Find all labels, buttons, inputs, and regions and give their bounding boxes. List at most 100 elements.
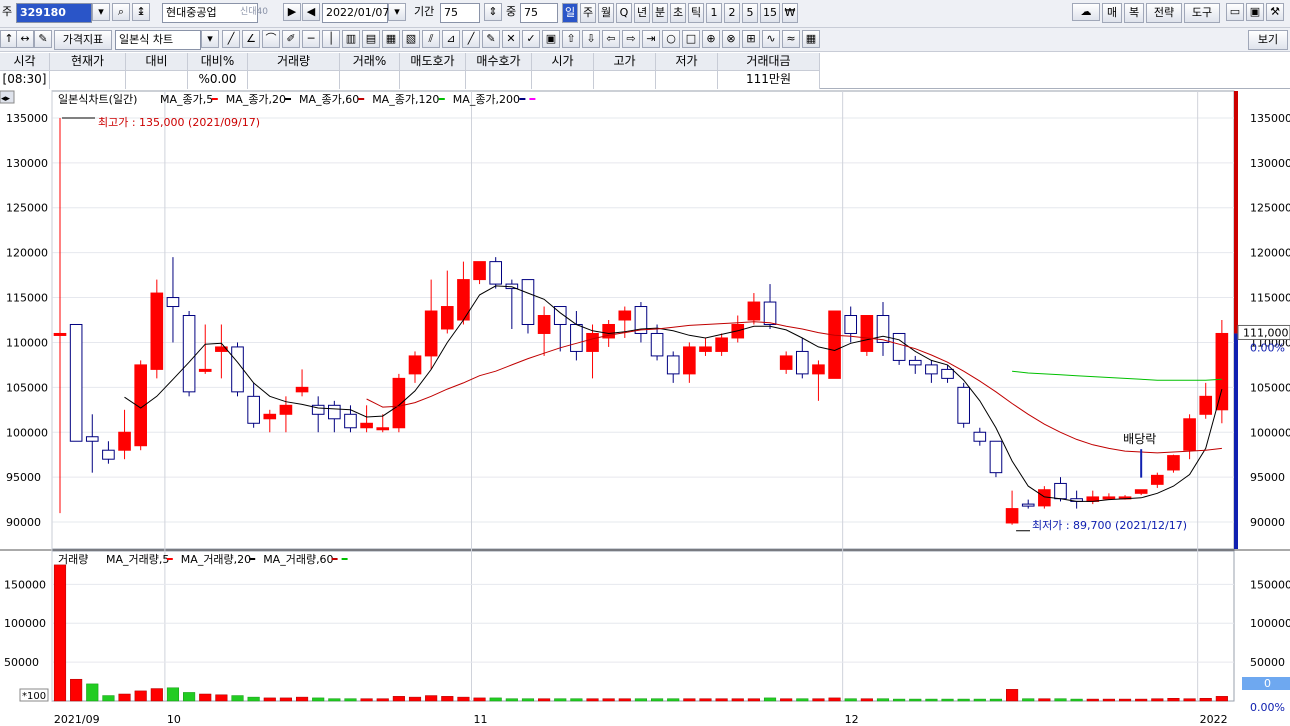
price-indicator-button[interactable]: 가격지표	[54, 30, 112, 50]
right-button-0[interactable]: 매	[1102, 3, 1122, 23]
volume-bar	[86, 683, 99, 702]
drawing-tool-icon-12[interactable]: ╱	[462, 30, 480, 48]
right-button-2[interactable]: 전략	[1146, 3, 1182, 23]
volume-bar	[1135, 698, 1148, 702]
interval-button-4[interactable]: 년	[634, 3, 650, 23]
volume-bar	[247, 696, 260, 702]
count-label: 중	[506, 5, 517, 18]
candle-body	[1054, 482, 1067, 500]
candle-body	[166, 297, 180, 308]
drawing-tool-icon-14[interactable]: ✕	[502, 30, 520, 48]
volume-bar	[312, 697, 325, 702]
drawing-tool-icon-5[interactable]: │	[322, 30, 340, 48]
candle-body	[489, 261, 503, 285]
interval-button-7[interactable]: 틱	[688, 3, 704, 23]
search-icon[interactable]: ⌕	[112, 3, 130, 21]
volume-ytick-right: 100000	[1250, 617, 1290, 630]
edit-icon[interactable]: ✎	[34, 30, 52, 48]
quote-value-7	[466, 71, 532, 89]
interval-button-10[interactable]: 5	[742, 3, 758, 23]
drawing-tool-icon-24[interactable]: ⊕	[702, 30, 720, 48]
drawing-tool-icon-23[interactable]: □	[682, 30, 700, 48]
volume-bar	[1183, 698, 1196, 702]
count-input[interactable]: 75	[520, 3, 558, 23]
volume-bar	[166, 687, 180, 702]
drawing-tool-icon-28[interactable]: ≈	[782, 30, 800, 48]
drawing-tool-icon-26[interactable]: ⊞	[742, 30, 760, 48]
volume-bar	[893, 698, 906, 702]
drawing-tool-icon-8[interactable]: ▦	[382, 30, 400, 48]
drawing-tool-icon-18[interactable]: ⇩	[582, 30, 600, 48]
interval-button-3[interactable]: Q	[616, 3, 632, 23]
drawing-tool-icon-9[interactable]: ▧	[402, 30, 420, 48]
drawing-tool-icon-27[interactable]: ∿	[762, 30, 780, 48]
interval-button-6[interactable]: 초	[670, 3, 686, 23]
interval-button-2[interactable]: 월	[598, 3, 614, 23]
drawing-tool-icon-6[interactable]: ▥	[342, 30, 360, 48]
chart-type-dropdown-icon[interactable]: ▾	[201, 30, 219, 48]
date-input[interactable]: 2022/01/07	[322, 3, 389, 23]
interval-button-0[interactable]: 일	[562, 3, 578, 23]
volume-bar	[1054, 698, 1067, 702]
interval-button-12[interactable]: ₩	[782, 3, 798, 23]
volume-bar	[425, 695, 438, 702]
drawing-tool-icon-17[interactable]: ⇧	[562, 30, 580, 48]
wrench-icon[interactable]: ⚒	[1266, 3, 1284, 21]
sort-icon[interactable]: ↨	[132, 3, 150, 21]
quote-header-8: 시가	[532, 53, 594, 71]
interval-button-11[interactable]: 15	[760, 3, 780, 23]
price-ytick-right: 120000	[1250, 247, 1290, 260]
code-dropdown-icon[interactable]: ▾	[92, 3, 110, 21]
right-button-1[interactable]: 복	[1124, 3, 1144, 23]
drawing-tool-icon-3[interactable]: ✐	[282, 30, 300, 48]
drawing-tool-icon-11[interactable]: ⊿	[442, 30, 460, 48]
cloud-icon[interactable]: ☁	[1072, 3, 1100, 21]
stock-code-input[interactable]: 329180	[16, 3, 92, 23]
drawing-tool-icon-7[interactable]: ▤	[362, 30, 380, 48]
legend-label: MA_종가,60	[299, 93, 359, 106]
drawing-tool-icon-0[interactable]: ╱	[222, 30, 240, 48]
folder-icon[interactable]: ▭	[1226, 3, 1244, 21]
candle-body	[650, 332, 664, 357]
play-back-icon[interactable]: ◀	[302, 3, 320, 21]
volume-bar	[973, 698, 986, 702]
volume-bar	[763, 697, 777, 702]
interval-button-5[interactable]: 분	[652, 3, 668, 23]
drawing-tool-icon-2[interactable]: ⌒	[262, 30, 280, 48]
calendar-dropdown-icon[interactable]: ▾	[388, 3, 406, 21]
volume-bar	[441, 696, 454, 702]
volume-bar	[941, 698, 954, 702]
interval-button-1[interactable]: 주	[580, 3, 596, 23]
drawing-tool-icon-10[interactable]: ⫽	[422, 30, 440, 48]
drawing-tool-icon-15[interactable]: ✓	[522, 30, 540, 48]
drawing-tool-icon-4[interactable]: ─	[302, 30, 320, 48]
volume-bar	[279, 697, 292, 702]
drawing-tool-icon-13[interactable]: ✎	[482, 30, 500, 48]
interval-button-8[interactable]: 1	[706, 3, 722, 23]
period-input[interactable]: 75	[440, 3, 480, 23]
volume-bar	[925, 698, 938, 702]
quote-value-11: 111만원	[718, 71, 820, 89]
drawing-tool-icon-1[interactable]: ∠	[242, 30, 260, 48]
code-prefix-label: 주	[2, 5, 13, 18]
drawing-tool-icon-16[interactable]: ▣	[542, 30, 560, 48]
volume-bar	[554, 698, 567, 702]
drawing-tool-icon-25[interactable]: ⊗	[722, 30, 740, 48]
drawing-tool-icon-21[interactable]: ⇥	[642, 30, 660, 48]
interval-button-9[interactable]: 2	[724, 3, 740, 23]
drawing-tool-icon-20[interactable]: ⇨	[622, 30, 640, 48]
expand-icon[interactable]: ↔	[16, 30, 34, 48]
view-button[interactable]: 보기	[1248, 30, 1288, 50]
volume-ytick-left: 100000	[4, 617, 46, 630]
legend-label: MA_종가,120	[372, 93, 439, 106]
drawing-tool-icon-22[interactable]: ○	[662, 30, 680, 48]
drawing-tool-icon-29[interactable]: ▦	[802, 30, 820, 48]
play-forward-icon[interactable]: ▶	[283, 3, 301, 21]
right-button-3[interactable]: 도구	[1184, 3, 1220, 23]
chart-type-select[interactable]: 일본식 차트	[115, 30, 201, 50]
drawing-tool-icon-19[interactable]: ⇦	[602, 30, 620, 48]
chart-canvas[interactable]: 90000 90000 95000 95000 100000 100000 105000 10…	[0, 89, 1290, 726]
xaxis-label: 12	[845, 713, 859, 726]
save-icon[interactable]: ▣	[1246, 3, 1264, 21]
period-stepper-icon[interactable]: ⇕	[484, 3, 502, 21]
